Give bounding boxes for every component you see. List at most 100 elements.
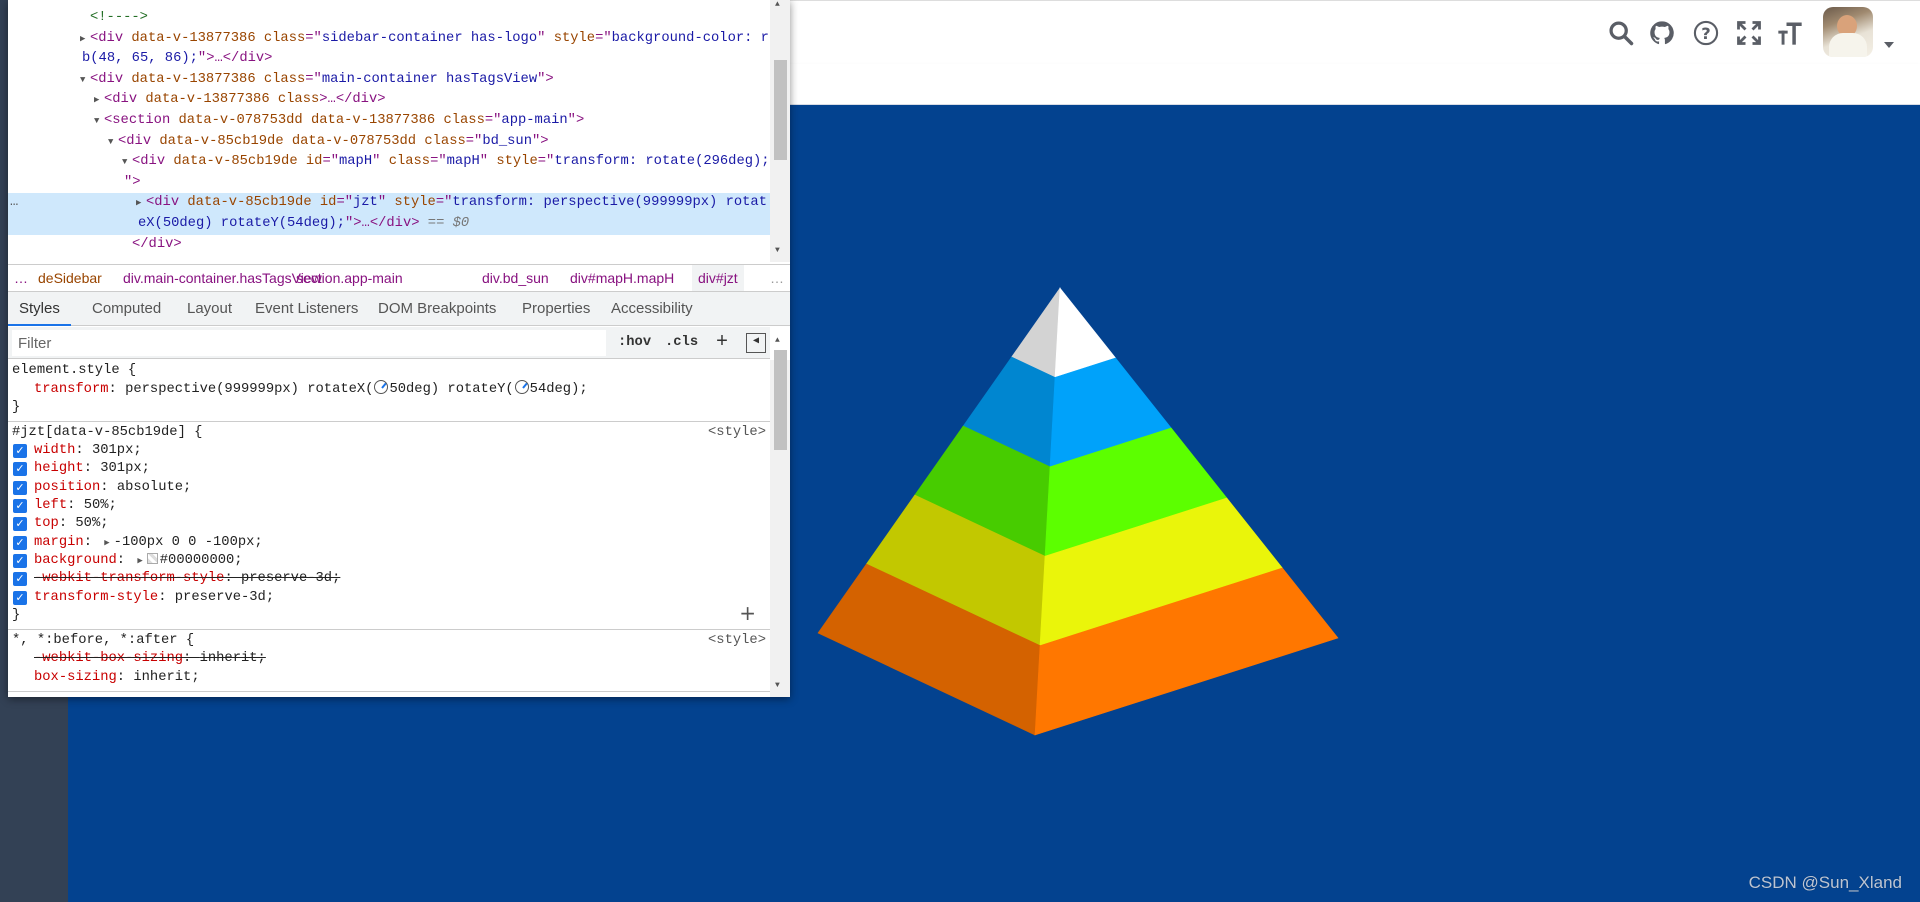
rule-selector[interactable]: #jzt[data-v-85cb19de] {<style> — [8, 424, 770, 442]
property-name[interactable]: left — [34, 498, 67, 513]
style-property[interactable]: ✓ left: 50%; — [8, 497, 770, 515]
style-property[interactable]: ✓ width: 301px; — [8, 442, 770, 460]
style-property[interactable]: -webkit-box-sizing: inherit; — [8, 650, 770, 668]
property-name[interactable]: top — [34, 516, 59, 531]
property-value[interactable]: preserve-3d; — [175, 590, 274, 605]
style-property[interactable]: ✓ height: 301px; — [8, 460, 770, 478]
breadcrumb-item[interactable]: deSidebar — [38, 265, 102, 291]
dom-node-row[interactable]: ▶ <div data-v-13877386 class>…</div> — [8, 90, 770, 111]
property-checkbox[interactable]: ✓ — [13, 553, 27, 568]
collapsed-triangle-icon[interactable]: ▶ — [80, 29, 90, 50]
dom-node-row[interactable]: <!----> — [8, 8, 770, 29]
property-value[interactable]: #00000000; — [160, 553, 243, 568]
angle-picker-icon[interactable] — [514, 380, 529, 395]
expand-triangle-icon[interactable]: ▶ — [104, 538, 109, 548]
tab-accessibility[interactable]: Accessibility — [600, 292, 704, 326]
style-property[interactable]: ✓ transform-style: preserve-3d; — [8, 589, 770, 607]
dom-node-row[interactable]: ▼ <div data-v-85cb19de id="mapH" class="m… — [8, 152, 770, 173]
property-value[interactable]: 301px; — [92, 443, 142, 458]
property-name[interactable]: width — [34, 443, 75, 458]
property-checkbox[interactable]: ✓ — [13, 480, 27, 495]
property-value[interactable]: inherit; — [133, 670, 199, 685]
color-swatch[interactable] — [146, 552, 158, 564]
property-value[interactable]: 301px; — [100, 461, 150, 476]
property-name[interactable]: box-sizing — [34, 670, 117, 685]
expanded-triangle-icon[interactable]: ▼ — [94, 111, 104, 132]
property-name[interactable]: position — [34, 480, 100, 495]
breadcrumb-more-left[interactable]: … — [14, 265, 28, 291]
property-name[interactable]: margin — [34, 535, 84, 550]
dom-node-row[interactable]: ▼ <div data-v-13877386 class="main-contai… — [8, 70, 770, 91]
dom-node-row[interactable]: ▶… <div data-v-85cb19de id="jzt" style="t… — [8, 193, 770, 214]
collapsed-triangle-icon[interactable]: ▶ — [136, 193, 146, 214]
property-name[interactable]: background — [34, 553, 117, 568]
rule-source-link[interactable]: <style> — [708, 632, 766, 650]
dom-node-row[interactable]: "> — [8, 173, 770, 194]
tab-properties[interactable]: Properties — [511, 292, 601, 326]
property-checkbox[interactable]: ✓ — [13, 444, 27, 459]
style-property[interactable]: ✓ -webkit-transform-style: preserve-3d; — [8, 570, 770, 588]
property-name[interactable]: -webkit-transform-style — [34, 571, 224, 586]
property-value[interactable]: inherit; — [200, 651, 266, 666]
property-checkbox[interactable]: ✓ — [13, 535, 27, 550]
property-checkbox[interactable]: ✓ — [13, 590, 27, 605]
property-name[interactable]: height — [34, 461, 84, 476]
breadcrumb-item[interactable]: div.main-container.hasTagsView — [123, 265, 322, 291]
tab-styles[interactable]: Styles — [8, 292, 71, 326]
new-rule-button[interactable]: + — [716, 327, 728, 359]
expand-triangle-icon[interactable]: ▶ — [137, 556, 142, 566]
property-name[interactable]: transform — [34, 382, 109, 397]
toggle-sidebar-icon[interactable]: ◀ — [746, 333, 766, 353]
style-property[interactable]: box-sizing: inherit; — [8, 669, 770, 687]
expanded-triangle-icon[interactable]: ▼ — [80, 70, 90, 91]
property-value[interactable]: preserve-3d; — [241, 571, 340, 586]
tab-layout[interactable]: Layout — [176, 292, 243, 326]
dom-node-row[interactable]: eX(50deg) rotateY(54deg);">…</div> == $0 — [8, 213, 770, 235]
filter-input[interactable] — [12, 330, 606, 356]
property-name[interactable]: transform-style — [34, 590, 158, 605]
property-checkbox[interactable]: ✓ — [13, 499, 27, 514]
angle-picker-icon[interactable] — [374, 380, 389, 395]
property-value[interactable]: 50deg) rotateY( — [389, 382, 513, 397]
property-value[interactable]: perspective(999999px) rotateX( — [125, 382, 373, 397]
property-value[interactable]: 54deg); — [530, 382, 588, 397]
tab-dom-breakpoints[interactable]: DOM Breakpoints — [367, 292, 507, 326]
property-value[interactable]: 50%; — [75, 516, 108, 531]
more-options-icon[interactable]: … — [10, 193, 18, 214]
style-property[interactable]: transform: perspective(999999px) rotateX… — [8, 380, 770, 398]
expanded-triangle-icon[interactable]: ▼ — [108, 132, 118, 153]
property-value[interactable]: 50%; — [84, 498, 117, 513]
style-property[interactable]: ✓ top: 50%; — [8, 515, 770, 533]
property-checkbox[interactable]: ✓ — [13, 572, 27, 587]
elements-scrollbar[interactable]: ▲ ▼ — [770, 0, 790, 262]
add-property-button[interactable]: + — [739, 601, 756, 625]
dom-node-row[interactable]: b(48, 65, 86);">…</div> — [8, 49, 770, 70]
breadcrumb-item[interactable]: div.bd_sun — [482, 265, 549, 291]
hov-button[interactable]: :hov — [618, 327, 651, 359]
rule-selector[interactable]: element.style { — [8, 362, 770, 380]
rule-source-link[interactable]: <style> — [708, 424, 766, 442]
property-value[interactable]: absolute; — [117, 480, 192, 495]
breadcrumb-more-right[interactable]: … — [770, 265, 784, 291]
breadcrumb-item[interactable]: section.app-main — [296, 265, 403, 291]
style-property[interactable]: ✓ position: absolute; — [8, 479, 770, 497]
collapsed-triangle-icon[interactable]: ▶ — [94, 90, 104, 111]
tab-event-listeners[interactable]: Event Listeners — [244, 292, 369, 326]
dom-node-row[interactable]: ▼ <section data-v-078753dd data-v-1387738… — [8, 111, 770, 132]
property-name[interactable]: -webkit-box-sizing — [34, 651, 183, 666]
cls-button[interactable]: .cls — [665, 327, 698, 359]
dom-node-row[interactable]: ▶ <div data-v-13877386 class="sidebar-con… — [8, 29, 770, 50]
breadcrumb-item[interactable]: div#jzt — [692, 265, 744, 291]
rule-selector[interactable]: *, *:before, *:after {<style> — [8, 632, 770, 650]
style-property[interactable]: ✓ margin: ▶ -100px 0 0 -100px; — [8, 534, 770, 552]
dom-node-row[interactable]: </div> — [8, 235, 770, 256]
property-value[interactable]: -100px 0 0 -100px; — [114, 535, 263, 550]
dom-node-row[interactable]: ▼ <div data-v-85cb19de data-v-078753dd cl… — [8, 132, 770, 153]
breadcrumb-item[interactable]: div#mapH.mapH — [570, 265, 674, 291]
property-checkbox[interactable]: ✓ — [13, 517, 27, 532]
styles-scrollbar[interactable]: ▲ ▼ — [770, 336, 790, 697]
style-property[interactable]: ✓ background: ▶ #00000000; — [8, 552, 770, 570]
property-checkbox[interactable]: ✓ — [13, 462, 27, 477]
tab-computed[interactable]: Computed — [81, 292, 172, 326]
expanded-triangle-icon[interactable]: ▼ — [122, 152, 132, 173]
